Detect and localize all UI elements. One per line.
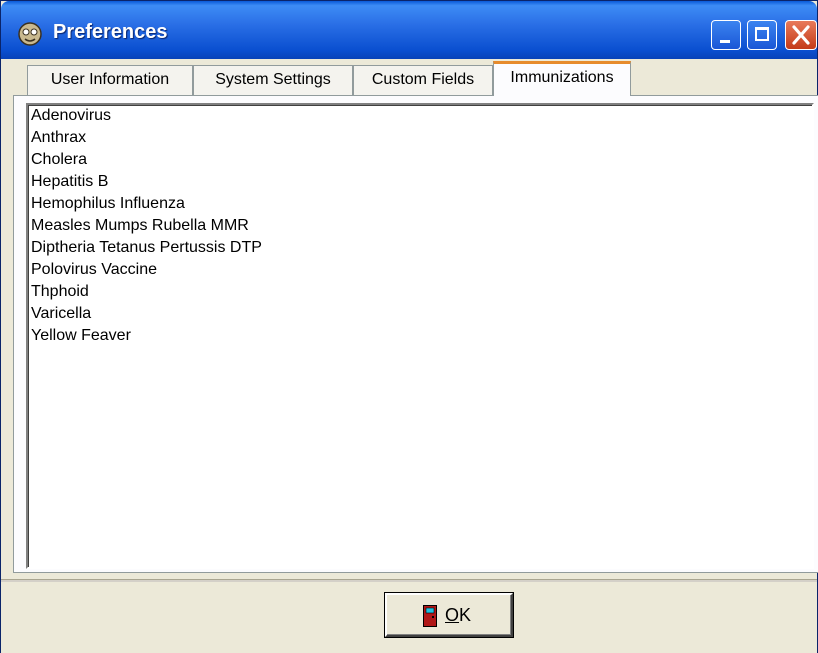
immunizations-panel: Adenovirus Anthrax Cholera Hepatitis B H…	[13, 95, 818, 573]
maximize-icon	[755, 27, 769, 41]
close-icon	[792, 25, 810, 45]
preferences-window: Preferences User Information System Sett…	[0, 0, 818, 653]
ok-mnemonic: O	[445, 605, 460, 625]
list-item[interactable]: Diptheria Tetanus Pertussis DTP	[28, 237, 812, 259]
list-item[interactable]: Hepatitis B	[28, 171, 812, 193]
list-item[interactable]: Adenovirus	[28, 105, 812, 127]
tab-custom-fields[interactable]: Custom Fields	[353, 65, 493, 95]
list-item[interactable]: Yellow Feaver	[28, 325, 812, 347]
close-button[interactable]	[785, 20, 817, 50]
list-item[interactable]: Hemophilus Influenza	[28, 193, 812, 215]
tab-system-settings[interactable]: System Settings	[193, 65, 353, 95]
list-item[interactable]: Anthrax	[28, 127, 812, 149]
immunization-list[interactable]: Adenovirus Anthrax Cholera Hepatitis B H…	[26, 103, 814, 569]
door-icon	[423, 605, 437, 627]
tab-strip: User Information System Settings Custom …	[13, 61, 813, 96]
list-item[interactable]: Cholera	[28, 149, 812, 171]
ok-label: OK	[445, 605, 471, 626]
list-item[interactable]: Polovirus Vaccine	[28, 259, 812, 281]
minimize-icon	[720, 40, 730, 43]
list-item[interactable]: Thphoid	[28, 281, 812, 303]
window-title: Preferences	[53, 21, 168, 43]
minimize-button[interactable]	[711, 20, 741, 50]
list-item[interactable]: Measles Mumps Rubella MMR	[28, 215, 812, 237]
maximize-button[interactable]	[747, 20, 777, 50]
list-item[interactable]: Varicella	[28, 303, 812, 325]
ok-label-rest: K	[459, 605, 472, 625]
tab-immunizations[interactable]: Immunizations	[493, 61, 631, 96]
ok-button[interactable]: OK	[385, 593, 513, 637]
title-bar[interactable]: Preferences	[1, 1, 817, 59]
app-logo-icon	[18, 22, 42, 46]
tab-user-information[interactable]: User Information	[27, 65, 193, 95]
divider	[1, 579, 817, 582]
